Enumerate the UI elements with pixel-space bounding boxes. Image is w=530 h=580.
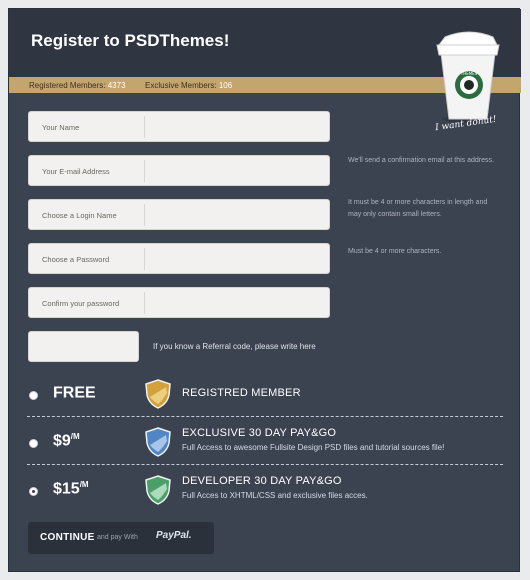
- plan-free: FREE REGISTRED MEMBER: [9, 375, 521, 421]
- divider: [27, 416, 503, 417]
- shield-green-icon: [145, 475, 171, 505]
- pay-with-label: and pay With: [97, 534, 138, 541]
- plan-developer-price: $15/M: [53, 480, 89, 498]
- confirm-password-field-label: Confirm your password: [42, 299, 120, 308]
- login-name-hint: It must be 4 or more characters in lengt…: [348, 199, 488, 218]
- field-divider: [144, 292, 145, 314]
- registration-panel: Register to PSDThemes! Registered Member…: [8, 8, 521, 572]
- password-hint: Must be 4 or more characters.: [348, 248, 442, 255]
- email-hint: We'll send a confirmation email at this …: [348, 157, 494, 164]
- field-divider: [144, 160, 145, 182]
- divider: [27, 464, 503, 465]
- field-divider: [144, 204, 145, 226]
- exclusive-members: Exclusive Members: 106: [145, 81, 233, 90]
- login-name-field-label: Choose a Login Name: [42, 211, 117, 220]
- page-title: Register to PSDThemes!: [31, 31, 230, 50]
- password-field-label: Choose a Password: [42, 255, 110, 264]
- continue-label: CONTINUE: [40, 532, 95, 543]
- cup-logo-text: THEMES: [460, 71, 478, 76]
- plan-developer: $15/M DEVELOPER 30 DAY PAY&GO Full Acces…: [9, 471, 521, 517]
- paypal-logo: PayPal.: [156, 530, 192, 541]
- registered-members: Registered Members: 4373: [29, 81, 126, 90]
- name-field[interactable]: Your Name: [28, 111, 330, 142]
- email-field[interactable]: Your E-mail Address: [28, 155, 330, 186]
- confirm-password-field[interactable]: Confirm your password: [28, 287, 330, 318]
- plan-exclusive-name: EXCLUSIVE 30 DAY PAY&GO: [182, 427, 337, 439]
- email-field-label: Your E-mail Address: [42, 167, 110, 176]
- plan-free-name: REGISTRED MEMBER: [182, 387, 301, 399]
- field-divider: [144, 248, 145, 270]
- plan-free-radio[interactable]: [29, 391, 38, 400]
- referral-code-input[interactable]: [28, 331, 139, 362]
- name-field-label: Your Name: [42, 123, 80, 132]
- plan-developer-name: DEVELOPER 30 DAY PAY&GO: [182, 475, 342, 487]
- plan-free-price: FREE: [53, 384, 96, 402]
- field-divider: [144, 116, 145, 138]
- plan-exclusive-radio[interactable]: [29, 439, 38, 448]
- shield-gold-icon: [145, 379, 171, 409]
- continue-paypal-button[interactable]: CONTINUE and pay With PayPal.: [28, 522, 214, 554]
- referral-note: If you know a Referral code, please writ…: [153, 342, 316, 351]
- plan-developer-radio[interactable]: [29, 487, 38, 496]
- password-field[interactable]: Choose a Password: [28, 243, 330, 274]
- plan-exclusive-desc: Full Access to awesome Fullsite Design P…: [182, 443, 445, 452]
- plan-exclusive: $9/M EXCLUSIVE 30 DAY PAY&GO Full Access…: [9, 423, 521, 469]
- plan-exclusive-price: $9/M: [53, 432, 80, 450]
- login-name-field[interactable]: Choose a Login Name: [28, 199, 330, 230]
- plan-developer-desc: Full Acces to XHTML/CSS and exclusive fi…: [182, 491, 368, 500]
- shield-blue-icon: [145, 427, 171, 457]
